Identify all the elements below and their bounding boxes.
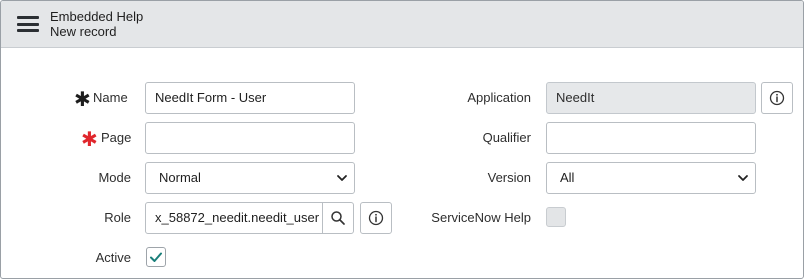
application-label: Application [467,90,531,105]
chevron-down-icon [738,175,748,181]
info-icon [368,210,384,226]
active-checkbox[interactable] [146,247,166,267]
page-subtitle: New record [50,24,117,39]
qualifier-label: Qualifier [482,130,531,145]
form-header: Embedded Help New record [1,1,803,48]
servicenow-help-checkbox[interactable] [546,207,566,227]
qualifier-field[interactable] [546,122,756,154]
servicenow-help-label: ServiceNow Help [431,210,531,225]
application-info-button[interactable] [761,82,793,114]
form-container: Embedded Help New record ✱ Name NeedIt F… [0,0,804,279]
search-icon [331,211,345,225]
name-label: Name [93,90,128,105]
menu-icon[interactable] [17,16,39,32]
page-label: Page [101,130,132,145]
name-field[interactable]: NeedIt Form - User [145,82,355,114]
role-info-button[interactable] [360,202,392,234]
header-title-block: Embedded Help New record [50,9,143,39]
version-select[interactable]: All [546,162,756,194]
info-icon [769,90,785,106]
application-field: NeedIt [546,82,756,114]
role-label: Role [104,210,131,225]
active-label: Active [95,250,131,265]
page-field[interactable] [145,122,355,154]
mandatory-required-icon: ✱ [81,129,98,151]
mode-label: Mode [98,170,131,185]
version-label: Version [487,170,531,185]
role-lookup-button[interactable] [322,202,354,234]
version-selected-value: All [560,170,575,185]
role-field[interactable]: x_58872_needit.needit_user [145,202,323,234]
mandatory-indicator-icon: ✱ [74,89,91,111]
mode-select[interactable]: Normal [145,162,355,194]
mode-selected-value: Normal [159,170,201,185]
checkmark-icon [150,252,162,262]
chevron-down-icon [337,175,347,181]
page-title: Embedded Help [50,9,144,24]
